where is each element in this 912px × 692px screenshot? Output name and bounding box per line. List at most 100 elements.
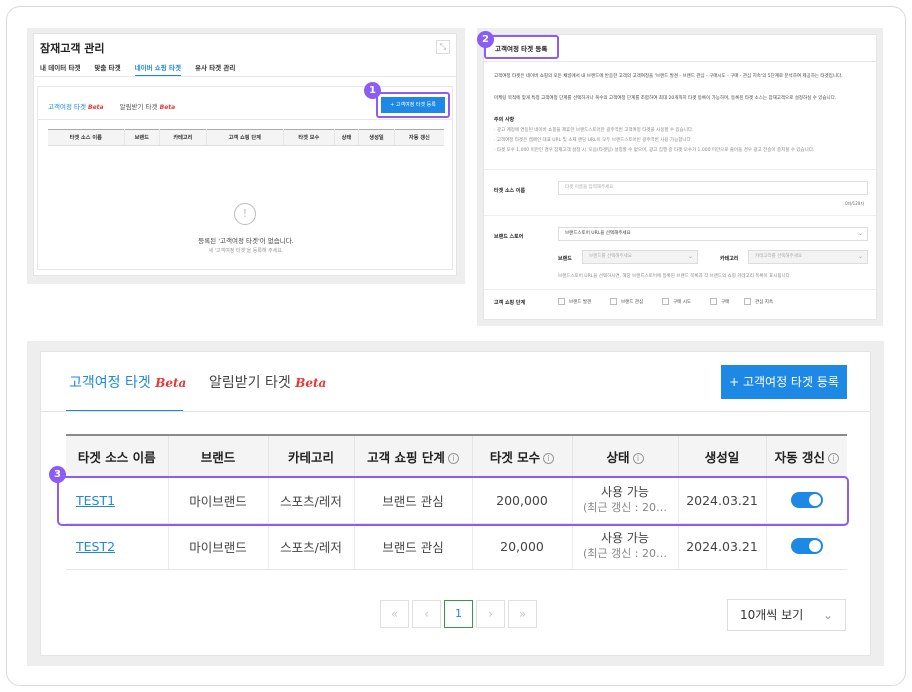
category-label: 카테고리 <box>720 256 739 262</box>
page-number-current[interactable]: 1 <box>444 600 473 628</box>
select-value: 10개씩 보기 <box>740 608 804 622</box>
caution-2: · 고객여정 타겟은 캠페인 대표 URL 및 소재 랜딩 URL이 모두 브랜… <box>494 138 693 143</box>
shopping-stage-label: 고객 쇼핑 단계 <box>494 300 526 306</box>
prev-page-button[interactable]: ‹ <box>412 600 441 628</box>
next-page-button[interactable]: › <box>476 600 505 628</box>
first-page-button[interactable]: « <box>380 600 409 628</box>
page-title: 잠재고객 관리 <box>40 42 105 55</box>
tab-notification-target[interactable]: 알림받기 타겟 Beta <box>209 372 326 392</box>
table-header-row: 타겟 소스 이름 브랜드 카테고리 고객 쇼핑 단계 타겟 모수 상태 생성일 … <box>48 129 444 146</box>
step-badge-1: 1 <box>364 82 381 99</box>
brand-store-help: 브랜드스토어 URL을 선택하시면, 해당 브랜드스토어에 등록된 브랜드 목록… <box>558 274 792 279</box>
col-status: 상태 i <box>572 434 679 478</box>
tab-journey-target[interactable]: 고객여정 타겟 Beta <box>48 101 104 120</box>
char-count: 0자/120자 <box>845 201 864 206</box>
beta-badge: Beta <box>155 376 187 390</box>
beta-badge: Beta <box>295 376 327 390</box>
brand-store-label: 브랜드 스토어 <box>494 234 524 240</box>
col-label: 자동 갱신 <box>774 449 825 465</box>
col-status: 상태 <box>334 129 360 146</box>
description-2: 마케팅 목적에 맞게 특정 고객여정 단계를 선택하거나 복수의 고객여정 단계… <box>494 96 837 101</box>
col-target-size: 타겟 모수 <box>283 129 335 146</box>
audience-management-panel: 잠재고객 관리 ⤡ 내 데이터 타겟 맞춤 타겟 네이버 쇼핑 타겟 유사 타겟… <box>33 33 457 276</box>
expand-icon[interactable]: ⤡ <box>436 40 450 54</box>
col-category: 카테고리 <box>268 434 355 478</box>
target-name-link[interactable]: TEST2 <box>76 539 115 554</box>
source-name-input[interactable]: 타겟 이름을 입력해주세요. <box>558 181 868 195</box>
col-label: 상태 <box>606 449 630 465</box>
table-header-row: 타겟 소스 이름 브랜드 카테고리 고객 쇼핑 단계 i 타겟 모수 i 상태 i 생… <box>66 434 847 478</box>
divider <box>41 411 870 412</box>
divider <box>484 61 876 62</box>
cell-created: 2024.03.21 <box>678 523 767 570</box>
tab-label: 알림받기 타겟 <box>119 103 158 111</box>
add-journey-target-button[interactable]: + 고객여정 타겟 등록 <box>381 97 445 113</box>
col-source-name: 타겟 소스 이름 <box>66 434 169 478</box>
checkbox-label: 브랜드 발견 <box>569 299 592 305</box>
chevron-down-icon: ⌄ <box>687 253 693 260</box>
pagination: « ‹ 1 › » <box>380 600 537 628</box>
stage-checkbox-interest[interactable]: 브랜드 관심 <box>610 298 643 305</box>
brand-store-select[interactable]: 브랜드스토어 URL을 선택해주세요 ⌄ <box>558 227 868 241</box>
last-page-button[interactable]: » <box>508 600 537 628</box>
beta-badge: Beta <box>88 104 104 111</box>
chevron-down-icon: ⌄ <box>822 608 833 622</box>
divider <box>38 119 452 120</box>
col-created: 생성일 <box>678 434 767 478</box>
checkbox-icon <box>558 298 565 305</box>
category-select[interactable]: 카테고리를 선택해주세요 ⌄ <box>748 250 868 264</box>
col-auto-refresh: 자동 갱신 <box>394 129 444 146</box>
description-1: 고객여정 타겟은 네이버 쇼핑의 모든 채널에서 내 브랜드에 반응한 고객의 … <box>494 74 843 79</box>
exclamation-icon: ! <box>234 203 256 225</box>
tab-custom-target[interactable]: 맞춤 타겟 <box>94 62 120 76</box>
col-shopping-stage: 고객 쇼핑 단계 i <box>354 434 473 478</box>
checkbox-label: 구매 <box>721 299 730 305</box>
tab-naver-shopping-target[interactable]: 네이버 쇼핑 타겟 <box>134 62 181 76</box>
inner-tabs: 고객여정 타겟 Beta 알림받기 타겟 Beta <box>48 101 175 120</box>
checkbox-icon <box>710 298 717 305</box>
empty-state-message: 등록된 '고객여정 타겟'이 없습니다. <box>198 237 294 245</box>
select-value: 카테고리를 선택해주세요 <box>755 254 802 259</box>
info-icon[interactable]: i <box>447 452 459 464</box>
journey-target-section: 고객여정 타겟 Beta 알림받기 타겟 Beta + 고객여정 타겟 등록 타… <box>37 86 453 270</box>
brand-select[interactable]: 브랜드를 선택해주세요 ⌄ <box>582 250 698 264</box>
caution-title: 주의 사항 <box>494 117 515 123</box>
cell-status: 사용 가능 (최근 갱신 : 20… <box>572 523 679 570</box>
beta-badge: Beta <box>159 104 176 111</box>
stage-checkbox-purchase[interactable]: 구매 <box>710 298 729 305</box>
brand-label: 브랜드 <box>558 256 572 262</box>
registration-title: 고객여정 타겟 등록 <box>495 45 548 53</box>
per-page-select[interactable]: 10개씩 보기 ⌄ <box>727 599 846 631</box>
tab-lookalike-target[interactable]: 유사 타겟 관리 <box>195 62 235 76</box>
tab-label: 알림받기 타겟 <box>209 375 291 391</box>
select-value: 브랜드스토어 URL을 선택해주세요 <box>565 231 631 236</box>
auto-refresh-toggle[interactable] <box>790 538 823 555</box>
stage-checkbox-discover[interactable]: 브랜드 발견 <box>558 298 591 305</box>
col-auto-refresh: 자동 갱신 i <box>766 434 847 478</box>
col-label: 고객 쇼핑 단계 <box>367 449 445 465</box>
empty-state-hint: 새 '고객여정 타겟'을 등록해 주세요. <box>208 248 284 254</box>
add-journey-target-button[interactable]: + 고객여정 타겟 등록 <box>721 365 847 399</box>
info-icon[interactable]: i <box>827 452 839 464</box>
tab-label: 고객여정 타겟 <box>48 103 86 111</box>
col-label: 타겟 모수 <box>489 449 541 465</box>
col-target-size: 타겟 모수 i <box>472 434 573 478</box>
cell-size: 20,000 <box>472 523 573 570</box>
cell-stage: 브랜드 관심 <box>354 523 473 570</box>
step-badge-2: 2 <box>477 31 494 48</box>
col-category: 카테고리 <box>159 129 207 146</box>
info-icon[interactable]: i <box>632 452 644 464</box>
caution-1: · 광고 계정에 연동된 네이버 쇼핑을 제휴한 브랜드스토어만 광주역번 고객… <box>494 128 694 133</box>
tab-journey-target[interactable]: 고객여정 타겟 Beta <box>69 372 186 392</box>
stage-checkbox-retention[interactable]: 관심 지속 <box>744 298 773 305</box>
step-badge-3: 3 <box>49 466 66 483</box>
col-source-name: 타겟 소스 이름 <box>48 129 125 146</box>
divider <box>484 169 876 170</box>
chevron-down-icon: ⌄ <box>857 253 863 260</box>
info-icon[interactable]: i <box>543 452 555 464</box>
status-sub: (최근 갱신 : 20… <box>583 547 667 560</box>
audience-subtabs: 내 데이터 타겟 맞춤 타겟 네이버 쇼핑 타겟 유사 타겟 관리 <box>40 62 235 76</box>
tab-notification-target[interactable]: 알림받기 타겟 Beta <box>120 101 176 120</box>
tab-my-data-target[interactable]: 내 데이터 타겟 <box>40 62 80 76</box>
stage-checkbox-attempt[interactable]: 구매 시도 <box>662 298 691 305</box>
